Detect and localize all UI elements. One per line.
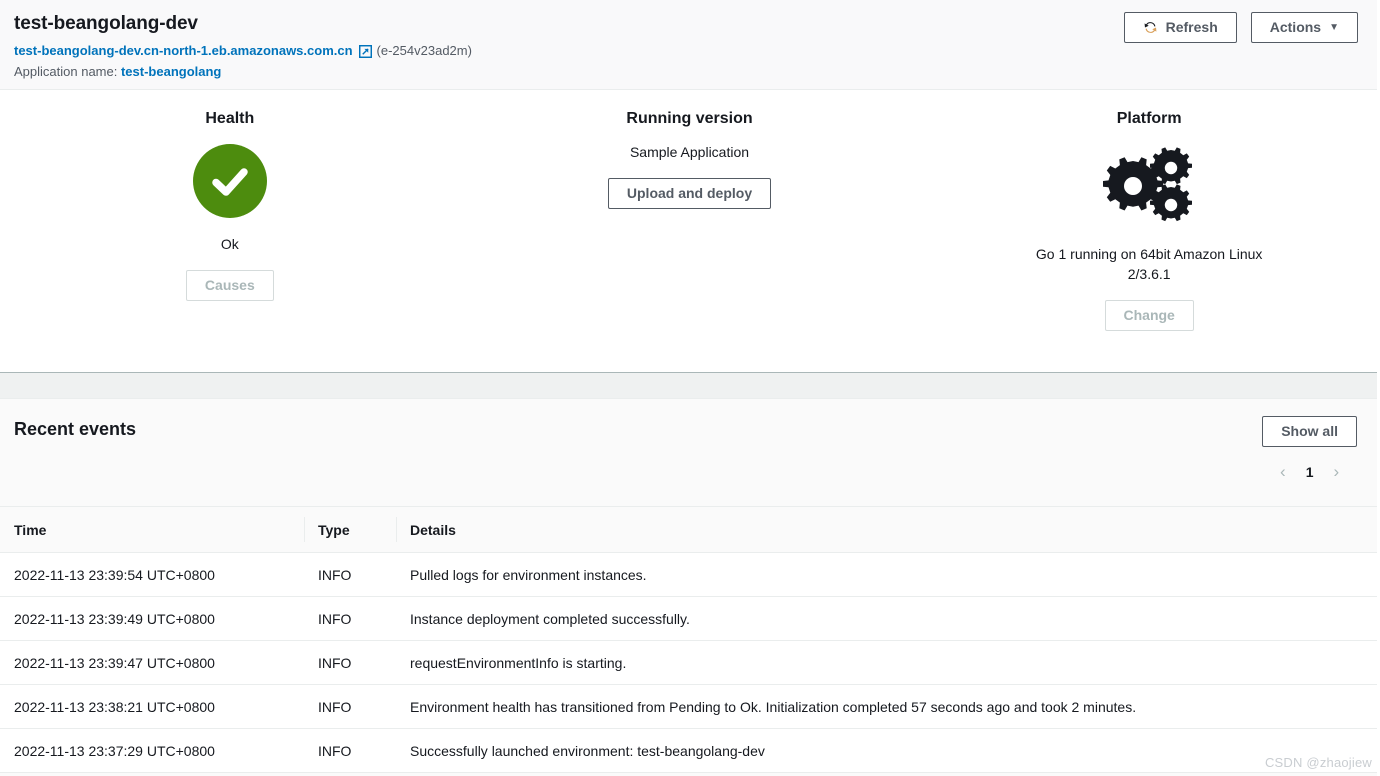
causes-button-label: Causes: [204, 277, 255, 293]
events-table-head: Time Type Details: [0, 506, 1379, 553]
environment-overview-panel: Health Ok Causes Running version Sample …: [0, 90, 1380, 372]
application-name-label: Application name:: [14, 64, 118, 79]
event-time: 2022-11-13 23:39:47 UTC+0800: [0, 640, 304, 685]
causes-button[interactable]: Causes: [185, 270, 274, 301]
table-row[interactable]: 2022-11-13 23:39:49 UTC+0800 INFO Instan…: [0, 596, 1379, 641]
column-header-details[interactable]: Details: [396, 506, 1379, 553]
change-platform-label: Change: [1123, 307, 1175, 323]
table-row[interactable]: 2022-11-13 23:38:21 UTC+0800 INFO Enviro…: [0, 684, 1379, 729]
refresh-button-label: Refresh: [1165, 19, 1218, 35]
health-status-text: Ok: [220, 236, 239, 252]
check-circle-icon: [192, 144, 267, 218]
application-name-row: Application name: test-beangolang: [14, 63, 1358, 81]
application-name-link[interactable]: test-beangolang: [121, 64, 221, 79]
event-type: INFO: [304, 728, 396, 773]
upload-and-deploy-label: Upload and deploy: [626, 185, 753, 201]
change-platform-button[interactable]: Change: [1104, 300, 1194, 331]
event-details: Successfully launched environment: test-…: [396, 728, 1379, 773]
actions-dropdown-button[interactable]: Actions ▼: [1250, 12, 1358, 43]
health-column: Health Ok Causes: [0, 90, 460, 372]
section-divider: [0, 372, 1380, 399]
event-time: 2022-11-13 23:37:29 UTC+0800: [0, 728, 304, 773]
environment-url-row: test-beangolang-dev.cn-north-1.eb.amazon…: [14, 42, 1358, 60]
health-title: Health: [205, 110, 255, 127]
chevron-right-icon[interactable]: ›: [1334, 463, 1340, 480]
upload-and-deploy-button[interactable]: Upload and deploy: [607, 178, 772, 209]
table-row[interactable]: 2022-11-13 23:39:54 UTC+0800 INFO Pulled…: [0, 552, 1379, 597]
event-time: 2022-11-13 23:38:21 UTC+0800: [0, 684, 304, 729]
events-table-header-row: Time Type Details: [0, 506, 1379, 553]
show-all-label: Show all: [1281, 423, 1338, 439]
events-table-body: 2022-11-13 23:39:54 UTC+0800 INFO Pulled…: [0, 552, 1379, 773]
recent-events-panel: Recent events Show all ‹ 1 › Time Type D…: [0, 399, 1380, 773]
show-all-button[interactable]: Show all: [1262, 416, 1357, 447]
table-row[interactable]: 2022-11-13 23:37:29 UTC+0800 INFO Succes…: [0, 728, 1379, 773]
header-actions: Refresh Actions ▼: [1123, 12, 1358, 43]
platform-description: Go 1 running on 64bit Amazon Linux 2/3.6…: [1035, 246, 1263, 282]
column-header-type[interactable]: Type: [304, 506, 396, 553]
platform-column: Platform Go 1 running on 64bit Amazon Li…: [919, 90, 1379, 372]
running-version-value: Sample Application: [629, 144, 750, 160]
event-details: Environment health has transitioned from…: [396, 684, 1379, 729]
environment-dashboard-page: test-beangolang-dev test-beangolang-dev.…: [0, 0, 1380, 776]
environment-id: (e-254v23ad2m): [376, 43, 472, 58]
event-details: Instance deployment completed successful…: [396, 596, 1379, 641]
gears-icon: [1103, 147, 1195, 224]
event-details: Pulled logs for environment instances.: [396, 552, 1379, 597]
running-version-title: Running version: [626, 110, 753, 127]
environment-url-link[interactable]: test-beangolang-dev.cn-north-1.eb.amazon…: [14, 42, 353, 60]
external-link-icon[interactable]: [358, 44, 372, 58]
event-type: INFO: [304, 684, 396, 729]
environment-header: test-beangolang-dev test-beangolang-dev.…: [0, 0, 1380, 90]
refresh-icon: [1143, 20, 1158, 35]
event-type: INFO: [304, 596, 396, 641]
event-time: 2022-11-13 23:39:49 UTC+0800: [0, 596, 304, 641]
events-table: Time Type Details 2022-11-13 23:39:54 UT…: [0, 506, 1379, 773]
event-type: INFO: [304, 640, 396, 685]
chevron-down-icon: ▼: [1329, 21, 1339, 33]
column-header-time[interactable]: Time: [0, 506, 304, 553]
table-row[interactable]: 2022-11-13 23:39:47 UTC+0800 INFO reques…: [0, 640, 1379, 685]
event-details: requestEnvironmentInfo is starting.: [396, 640, 1379, 685]
event-time: 2022-11-13 23:39:54 UTC+0800: [0, 552, 304, 597]
recent-events-controls: Show all ‹ 1 ›: [1262, 416, 1357, 480]
platform-title: Platform: [1116, 110, 1182, 127]
refresh-button[interactable]: Refresh: [1123, 12, 1237, 43]
pagination-current-page[interactable]: 1: [1306, 464, 1314, 480]
recent-events-title: Recent events: [14, 419, 137, 439]
recent-events-header: Recent events Show all ‹ 1 ›: [0, 399, 1379, 506]
running-version-column: Running version Sample Application Uploa…: [460, 90, 920, 372]
event-type: INFO: [304, 552, 396, 597]
actions-button-label: Actions: [1269, 19, 1322, 35]
pagination: ‹ 1 ›: [1280, 463, 1339, 480]
chevron-left-icon[interactable]: ‹: [1280, 463, 1286, 480]
